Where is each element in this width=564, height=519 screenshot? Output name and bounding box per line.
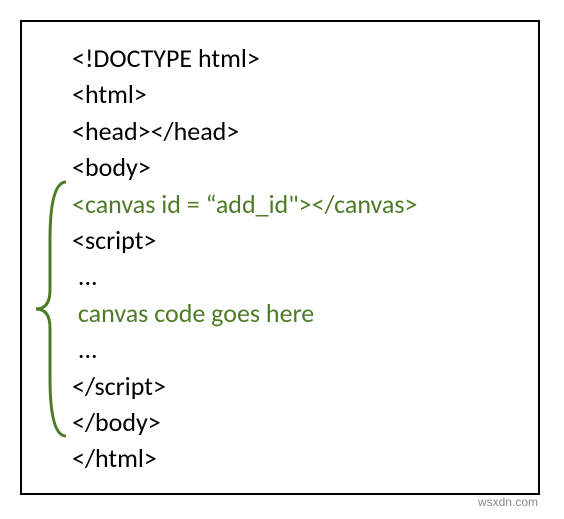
watermark: wsxdn.com [478,494,538,511]
code-line-6: <script> [72,222,528,258]
code-line-12: </html> [72,440,528,476]
code-line-10: </script> [72,368,528,404]
code-line-3: <head></head> [72,113,528,149]
code-line-11: </body> [72,404,528,440]
brace-icon [32,180,72,438]
code-line-7: ... [72,258,528,294]
code-line-5: <canvas id = “add_id"></canvas> [72,186,528,222]
code-diagram: <!DOCTYPE html> <html> <head></head> <bo… [20,20,540,495]
code-line-2: <html> [72,76,528,112]
code-line-1: <!DOCTYPE html> [72,40,528,76]
code-line-9: ... [72,331,528,367]
code-line-8: canvas code goes here [72,295,528,331]
code-line-4: <body> [72,149,528,185]
